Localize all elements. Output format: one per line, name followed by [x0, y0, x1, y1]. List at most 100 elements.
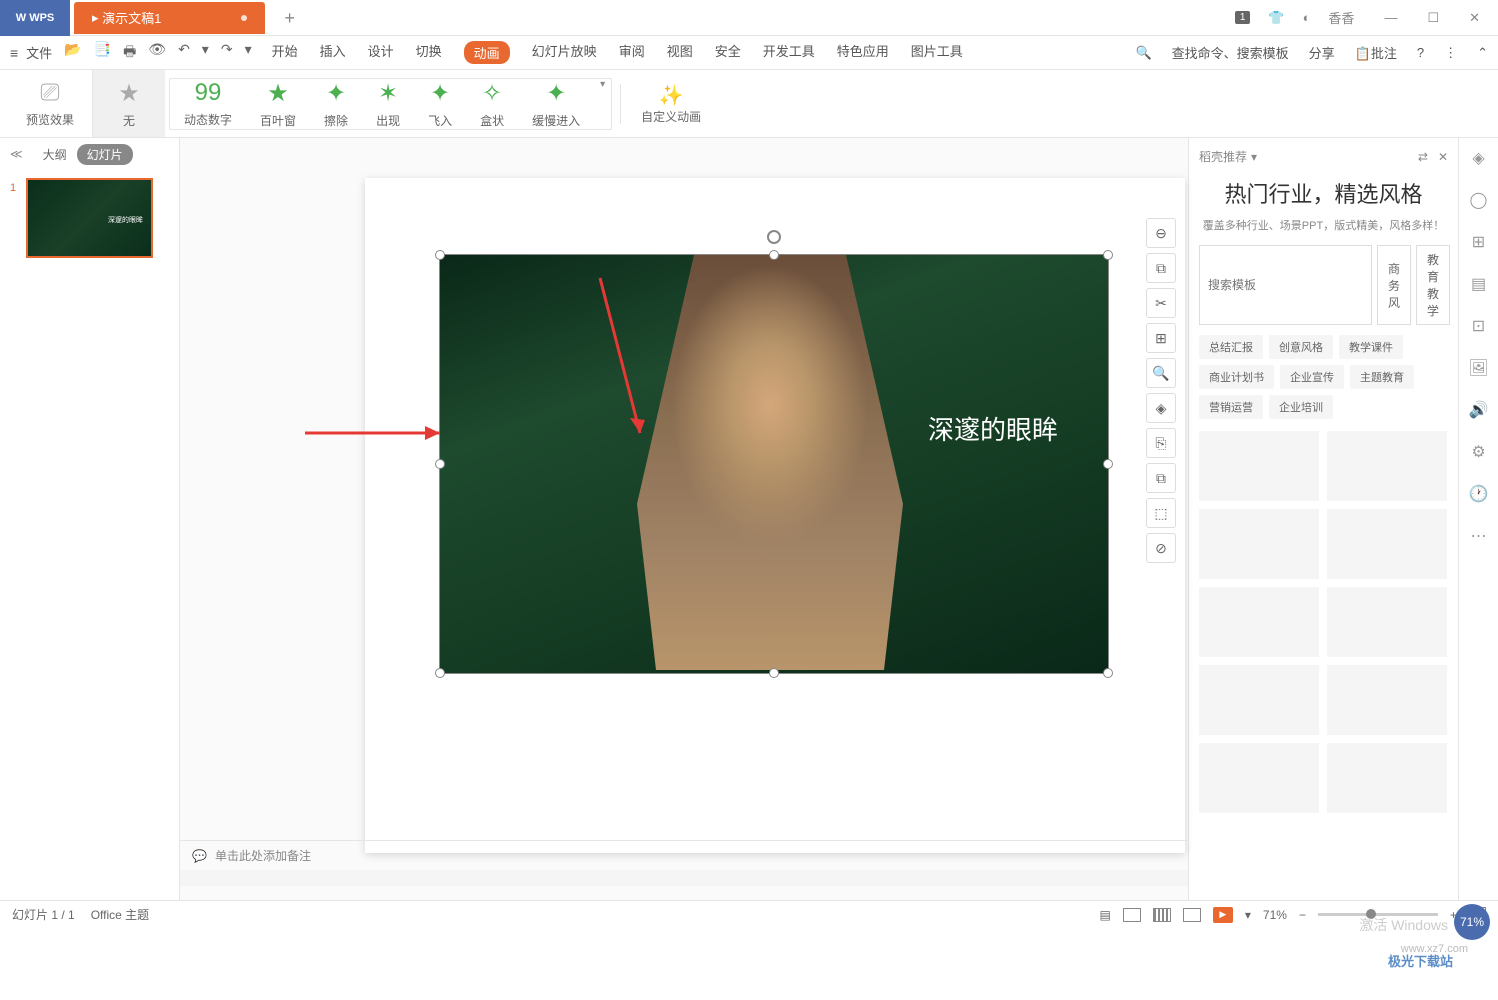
dropdown-icon[interactable]: ▾ [1251, 150, 1257, 164]
template-card[interactable] [1199, 587, 1319, 657]
template-card[interactable] [1199, 665, 1319, 735]
zoom-value[interactable]: 71% [1263, 908, 1287, 922]
anim-box[interactable]: ✧盒状 [466, 79, 518, 129]
tag-courseware[interactable]: 教学课件 [1339, 335, 1403, 359]
filter-education[interactable]: 教育教学 [1416, 245, 1450, 325]
template-card[interactable] [1327, 743, 1447, 813]
tool-layers[interactable]: ⧉ [1146, 253, 1176, 283]
anim-none[interactable]: ★ 无 [93, 70, 165, 137]
sidebar-more-icon[interactable]: ⋯ [1471, 526, 1487, 546]
redo-dropdown-icon[interactable]: ▾ [245, 41, 252, 65]
notification-badge[interactable]: 1 [1235, 11, 1251, 24]
template-card[interactable] [1199, 509, 1319, 579]
close-icon[interactable]: ✕ [1469, 10, 1480, 26]
tool-split[interactable]: ⊞ [1146, 323, 1176, 353]
anim-blinds[interactable]: ★百叶窗 [246, 79, 310, 129]
hamburger-icon[interactable]: ≡ [10, 45, 18, 61]
redo-icon[interactable]: ↷ [221, 41, 233, 65]
tab-review[interactable]: 审阅 [619, 41, 645, 64]
tab-design[interactable]: 设计 [368, 41, 394, 64]
tool-collapse[interactable]: ⊖ [1146, 218, 1176, 248]
template-card[interactable] [1327, 509, 1447, 579]
resize-handle-e[interactable] [1103, 459, 1113, 469]
resize-handle-ne[interactable] [1103, 250, 1113, 260]
anim-wipe[interactable]: ✦擦除 [310, 79, 362, 129]
undo-dropdown-icon[interactable]: ▾ [202, 41, 209, 65]
panel-close-icon[interactable]: ✕ [1438, 150, 1448, 164]
tab-security[interactable]: 安全 [715, 41, 741, 64]
tool-zoom[interactable]: 🔍 [1146, 358, 1176, 388]
sidebar-layout-icon[interactable]: ⊡ [1472, 316, 1485, 336]
anim-more-dropdown[interactable]: ▾ [594, 79, 611, 90]
apparel-icon[interactable]: 👕 [1268, 10, 1284, 26]
resize-handle-s[interactable] [769, 668, 779, 678]
search-label[interactable]: 查找命令、搜索模板 [1172, 43, 1289, 62]
username[interactable]: 香香 [1328, 8, 1354, 27]
panel-settings-icon[interactable]: ⇄ [1418, 150, 1428, 164]
slide-thumbnail-1[interactable]: 1 深邃的眼眸 [26, 178, 153, 258]
tag-corporate[interactable]: 企业宣传 [1280, 365, 1344, 389]
tab-transition[interactable]: 切换 [416, 41, 442, 64]
tab-special[interactable]: 特色应用 [837, 41, 889, 64]
collapse-panel-icon[interactable]: ≪ [10, 147, 23, 161]
anim-slow-enter[interactable]: ✦缓慢进入 [518, 79, 594, 129]
tag-theme-edu[interactable]: 主题教育 [1350, 365, 1414, 389]
tag-business-plan[interactable]: 商业计划书 [1199, 365, 1274, 389]
tab-devtools[interactable]: 开发工具 [763, 41, 815, 64]
rotate-handle[interactable] [767, 230, 781, 244]
tab-insert[interactable]: 插入 [320, 41, 346, 64]
horizontal-scrollbar[interactable] [180, 870, 1188, 886]
sidebar-audio-icon[interactable]: 🔊 [1469, 400, 1489, 420]
template-search-input[interactable] [1199, 245, 1372, 325]
sidebar-shape-icon[interactable]: ◯ [1470, 190, 1488, 210]
sidebar-text-icon[interactable]: ▤ [1471, 274, 1486, 294]
notes-bar[interactable]: 💬 单击此处添加备注 [180, 840, 1188, 870]
tag-creative[interactable]: 创意风格 [1269, 335, 1333, 359]
open-icon[interactable]: 📂 [64, 41, 81, 65]
tool-effects[interactable]: ◈ [1146, 393, 1176, 423]
file-menu[interactable]: 文件 [26, 43, 52, 62]
undo-icon[interactable]: ↶ [178, 41, 190, 65]
play-slideshow[interactable]: ▶ [1213, 907, 1233, 923]
selected-image[interactable]: 深邃的眼眸 [439, 254, 1109, 674]
print-icon[interactable]: 🖶 [123, 41, 136, 65]
resize-handle-w[interactable] [435, 459, 445, 469]
notes-button[interactable]: 📋批注 [1355, 43, 1397, 62]
sidebar-settings-icon[interactable]: ⚙ [1471, 442, 1485, 462]
zoom-out[interactable]: − [1299, 908, 1306, 922]
share-button[interactable]: 分享 [1309, 43, 1335, 62]
print-preview-icon[interactable]: 👁 [148, 41, 166, 65]
view-reading[interactable] [1183, 908, 1201, 922]
notes-toggle-icon[interactable]: ▤ [1100, 908, 1111, 922]
sidebar-image-icon[interactable]: 🖼 [1468, 358, 1488, 378]
tab-slideshow[interactable]: 幻灯片放映 [532, 41, 597, 64]
anim-dynamic-number[interactable]: 99动态数字 [170, 79, 246, 128]
sidebar-history-icon[interactable]: 🕐 [1469, 484, 1489, 504]
outline-tab[interactable]: 大纲 [43, 146, 67, 163]
template-card[interactable] [1199, 431, 1319, 501]
minimize-icon[interactable]: — [1384, 10, 1397, 26]
play-dropdown[interactable]: ▾ [1245, 908, 1251, 922]
tab-start[interactable]: 开始 [272, 41, 298, 64]
tool-filter[interactable]: ⊘ [1146, 533, 1176, 563]
tag-marketing[interactable]: 营销运营 [1199, 395, 1263, 419]
resize-handle-n[interactable] [769, 250, 779, 260]
tab-view[interactable]: 视图 [667, 41, 693, 64]
template-card[interactable] [1199, 743, 1319, 813]
resize-handle-sw[interactable] [435, 668, 445, 678]
resize-handle-nw[interactable] [435, 250, 445, 260]
resize-handle-se[interactable] [1103, 668, 1113, 678]
document-tab[interactable]: ▸ 演示文稿1 [74, 2, 265, 34]
collapse-ribbon-icon[interactable]: ⌃ [1477, 45, 1488, 61]
anim-fly-in[interactable]: ✦飞入 [414, 79, 466, 129]
tag-summary[interactable]: 总结汇报 [1199, 335, 1263, 359]
tag-training[interactable]: 企业培训 [1269, 395, 1333, 419]
tool-extract[interactable]: ⬚ [1146, 498, 1176, 528]
sidebar-template-icon[interactable]: ⊞ [1472, 232, 1485, 252]
template-card[interactable] [1327, 431, 1447, 501]
custom-animation-button[interactable]: ✨ 自定义动画 [629, 83, 713, 125]
filter-business[interactable]: 商务风 [1377, 245, 1411, 325]
template-card[interactable] [1327, 665, 1447, 735]
slides-tab[interactable]: 幻灯片 [77, 144, 133, 165]
save-icon[interactable]: 📑 [94, 41, 111, 65]
